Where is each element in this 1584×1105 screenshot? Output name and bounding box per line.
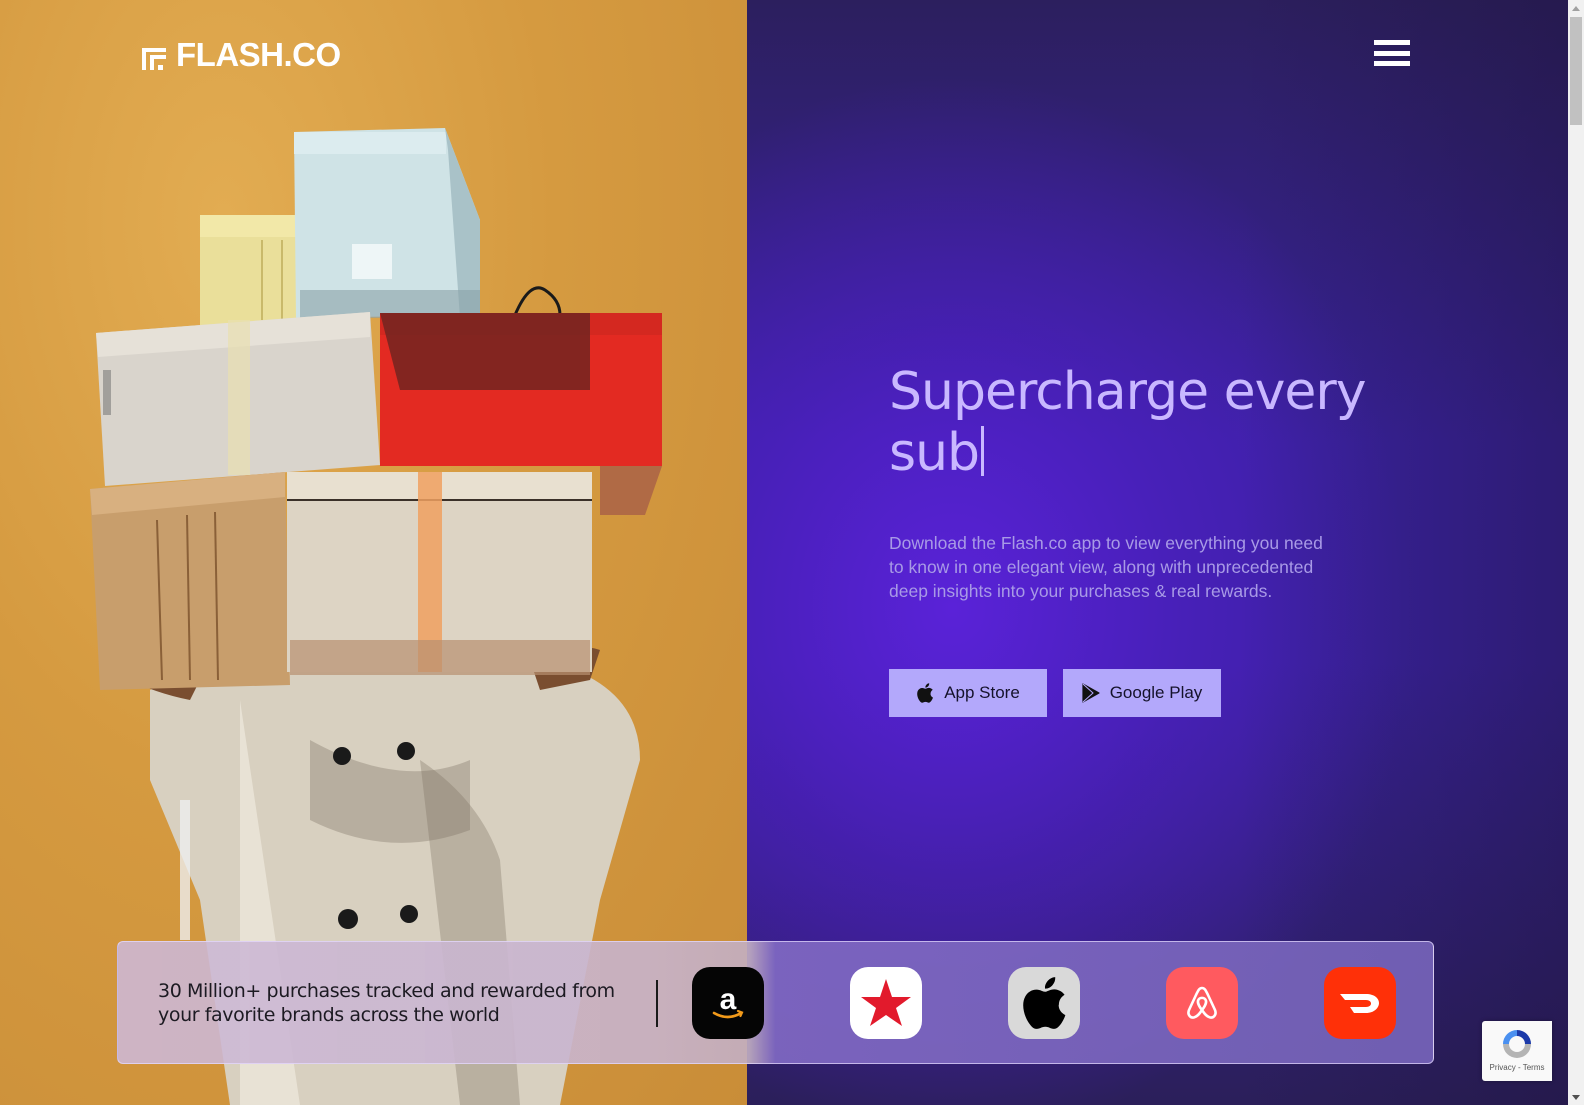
app-store-button[interactable]: App Store	[889, 669, 1047, 717]
amazon-logo-icon: a	[712, 983, 744, 1019]
brands-banner: 30 Million+ purchases tracked and reward…	[117, 941, 1434, 1064]
brand-airbnb[interactable]	[1166, 967, 1238, 1039]
hero-title-line1: Supercharge every	[889, 362, 1367, 422]
hero-photo	[0, 0, 747, 1105]
scroll-thumb[interactable]	[1570, 17, 1582, 125]
brand-doordash[interactable]	[1324, 967, 1396, 1039]
hamburger-menu-button[interactable]	[1374, 40, 1410, 66]
google-play-icon	[1082, 683, 1100, 703]
google-play-label: Google Play	[1109, 683, 1203, 702]
arrow-down-icon	[1572, 1094, 1580, 1100]
hero-title-line2: sub	[889, 423, 980, 483]
typing-caret	[981, 426, 985, 476]
apple-logo-icon	[1023, 977, 1066, 1029]
brand-amazon[interactable]: a	[692, 967, 764, 1039]
brand-logo[interactable]: FLASH.CO	[142, 36, 341, 74]
logo-text: FLASH.CO	[176, 36, 341, 73]
page-scrollbar[interactable]	[1568, 0, 1584, 1105]
google-play-button[interactable]: Google Play	[1063, 669, 1221, 717]
menu-line	[1374, 50, 1410, 56]
banner-text: 30 Million+ purchases tracked and reward…	[158, 980, 615, 1026]
flash-logo-icon	[142, 42, 168, 70]
menu-line	[1374, 40, 1410, 45]
airbnb-logo-icon	[1187, 986, 1217, 1019]
doordash-logo-icon	[1340, 994, 1379, 1013]
brand-apple[interactable]	[1008, 967, 1080, 1039]
boxes-illustration	[90, 128, 662, 1105]
apple-icon	[917, 683, 934, 703]
scroll-up-button[interactable]	[1568, 0, 1584, 16]
brand-macys[interactable]	[850, 967, 922, 1039]
scroll-down-button[interactable]	[1568, 1089, 1584, 1105]
hero-content: Supercharge every sub Download the Flash…	[889, 362, 1449, 717]
svg-text:a: a	[720, 983, 737, 1016]
banner-divider	[656, 980, 658, 1027]
landing-page: FLASH.CO Supercharge every sub Download …	[0, 0, 1568, 1105]
recaptcha-icon	[1503, 1030, 1531, 1058]
macys-star-icon	[861, 979, 911, 1026]
hero-description: Download the Flash.co app to view everyt…	[889, 533, 1323, 601]
recaptcha-badge[interactable]: Privacy - Terms	[1482, 1021, 1552, 1081]
store-buttons: App Store Google Play	[889, 669, 1449, 717]
recaptcha-links[interactable]: Privacy - Terms	[1490, 1063, 1545, 1072]
arrow-up-icon	[1572, 5, 1580, 11]
menu-line	[1374, 61, 1410, 66]
hero-title: Supercharge every sub	[889, 362, 1449, 484]
app-store-label: App Store	[944, 683, 1020, 702]
